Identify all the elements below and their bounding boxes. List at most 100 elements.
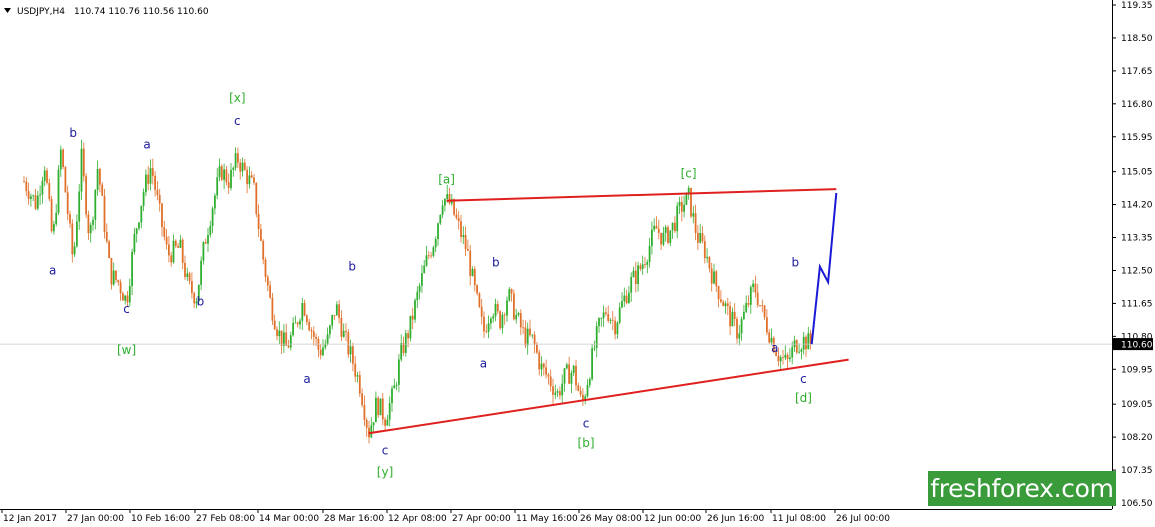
candle xyxy=(25,177,28,197)
candle xyxy=(600,317,603,327)
candle xyxy=(791,341,794,365)
candle xyxy=(227,173,230,194)
current-price-label: 110.60 xyxy=(1121,341,1153,351)
candle xyxy=(554,384,557,399)
candle xyxy=(526,322,529,355)
wave-label: b xyxy=(791,256,799,270)
candle xyxy=(289,331,292,351)
x-tick-label: 27 Feb 08:00 xyxy=(196,514,255,524)
y-tick-label: 109.95 xyxy=(1121,365,1153,375)
triangle-down-icon[interactable] xyxy=(4,8,11,13)
wave-label: [b] xyxy=(578,436,595,450)
wave-label: a xyxy=(480,356,487,370)
candle xyxy=(641,255,644,275)
candle xyxy=(616,321,619,339)
candle xyxy=(545,359,547,379)
candle xyxy=(483,311,485,338)
trendline-lower[interactable] xyxy=(368,358,849,435)
candle xyxy=(283,324,285,353)
candle xyxy=(563,368,566,392)
candle xyxy=(789,348,791,363)
candle xyxy=(680,196,683,222)
candles xyxy=(0,139,1112,444)
candle xyxy=(349,339,352,363)
candle xyxy=(335,301,338,316)
candle xyxy=(294,315,297,324)
y-tick-label: 117.65 xyxy=(1121,67,1153,77)
candle xyxy=(112,262,115,286)
candle xyxy=(381,393,384,426)
candle xyxy=(82,142,85,182)
candle xyxy=(490,316,492,330)
candle xyxy=(653,218,656,232)
candle xyxy=(763,304,766,320)
candle xyxy=(648,237,651,268)
candle xyxy=(388,396,391,427)
candle xyxy=(246,166,248,194)
candle xyxy=(363,395,366,426)
candle xyxy=(690,187,692,219)
y-tick-label: 109.05 xyxy=(1121,400,1153,410)
candle xyxy=(448,187,451,205)
candle xyxy=(414,298,416,323)
candle xyxy=(733,303,736,327)
candle xyxy=(310,327,313,340)
wave-label: a xyxy=(143,137,150,151)
candle xyxy=(538,349,541,376)
candle xyxy=(460,214,462,243)
candle xyxy=(41,176,44,204)
candle xyxy=(57,165,60,216)
candle xyxy=(425,245,428,267)
forecast-path[interactable] xyxy=(810,192,838,345)
candle xyxy=(501,312,504,334)
candle xyxy=(188,271,191,285)
wave-label: c xyxy=(382,444,389,458)
candle xyxy=(331,314,334,330)
candle xyxy=(39,185,41,205)
candle xyxy=(296,321,299,328)
candle xyxy=(278,321,281,345)
chart-header[interactable]: USDJPY,H4 110.74 110.76 110.56 110.60 xyxy=(4,7,209,17)
candle xyxy=(510,288,513,302)
candle xyxy=(301,297,304,330)
y-tick-label: 108.20 xyxy=(1121,433,1153,443)
candle xyxy=(588,377,591,388)
candle xyxy=(494,298,497,322)
wave-label: [a] xyxy=(438,172,455,186)
candle xyxy=(285,323,288,346)
candle xyxy=(568,356,570,384)
candle xyxy=(697,225,699,250)
candle xyxy=(752,279,754,293)
candle xyxy=(736,316,738,344)
candle xyxy=(375,391,377,423)
trendline-upper[interactable] xyxy=(446,188,837,202)
candle xyxy=(434,236,437,253)
x-tick-label: 14 Mar 00:00 xyxy=(259,514,319,524)
candle xyxy=(66,185,69,221)
candle xyxy=(529,319,531,337)
y-tick-label: 115.05 xyxy=(1121,168,1153,178)
candle xyxy=(678,196,681,215)
candle xyxy=(802,332,805,355)
candle xyxy=(745,295,748,314)
candle xyxy=(747,295,750,308)
x-tick-label: 12 Jun 00:00 xyxy=(644,514,701,524)
wave-label: [c] xyxy=(681,166,697,180)
candle xyxy=(467,239,469,252)
candle xyxy=(444,198,446,212)
candle xyxy=(593,340,596,351)
time-axis: 12 Jan 2017 27 Jan 00:00 10 Feb 16:00 27 Fe… xyxy=(0,509,1112,524)
candle xyxy=(430,252,432,259)
y-tick-label: 111.65 xyxy=(1121,299,1153,309)
candle xyxy=(119,279,122,301)
candle xyxy=(138,221,140,231)
candle xyxy=(204,238,207,244)
candle xyxy=(225,166,228,186)
candle xyxy=(784,345,787,361)
candle xyxy=(720,290,722,304)
candle xyxy=(262,239,265,265)
candle xyxy=(50,195,53,233)
candle xyxy=(158,188,161,212)
x-tick-label: 27 Jan 00:00 xyxy=(67,514,124,524)
candle xyxy=(207,227,209,252)
